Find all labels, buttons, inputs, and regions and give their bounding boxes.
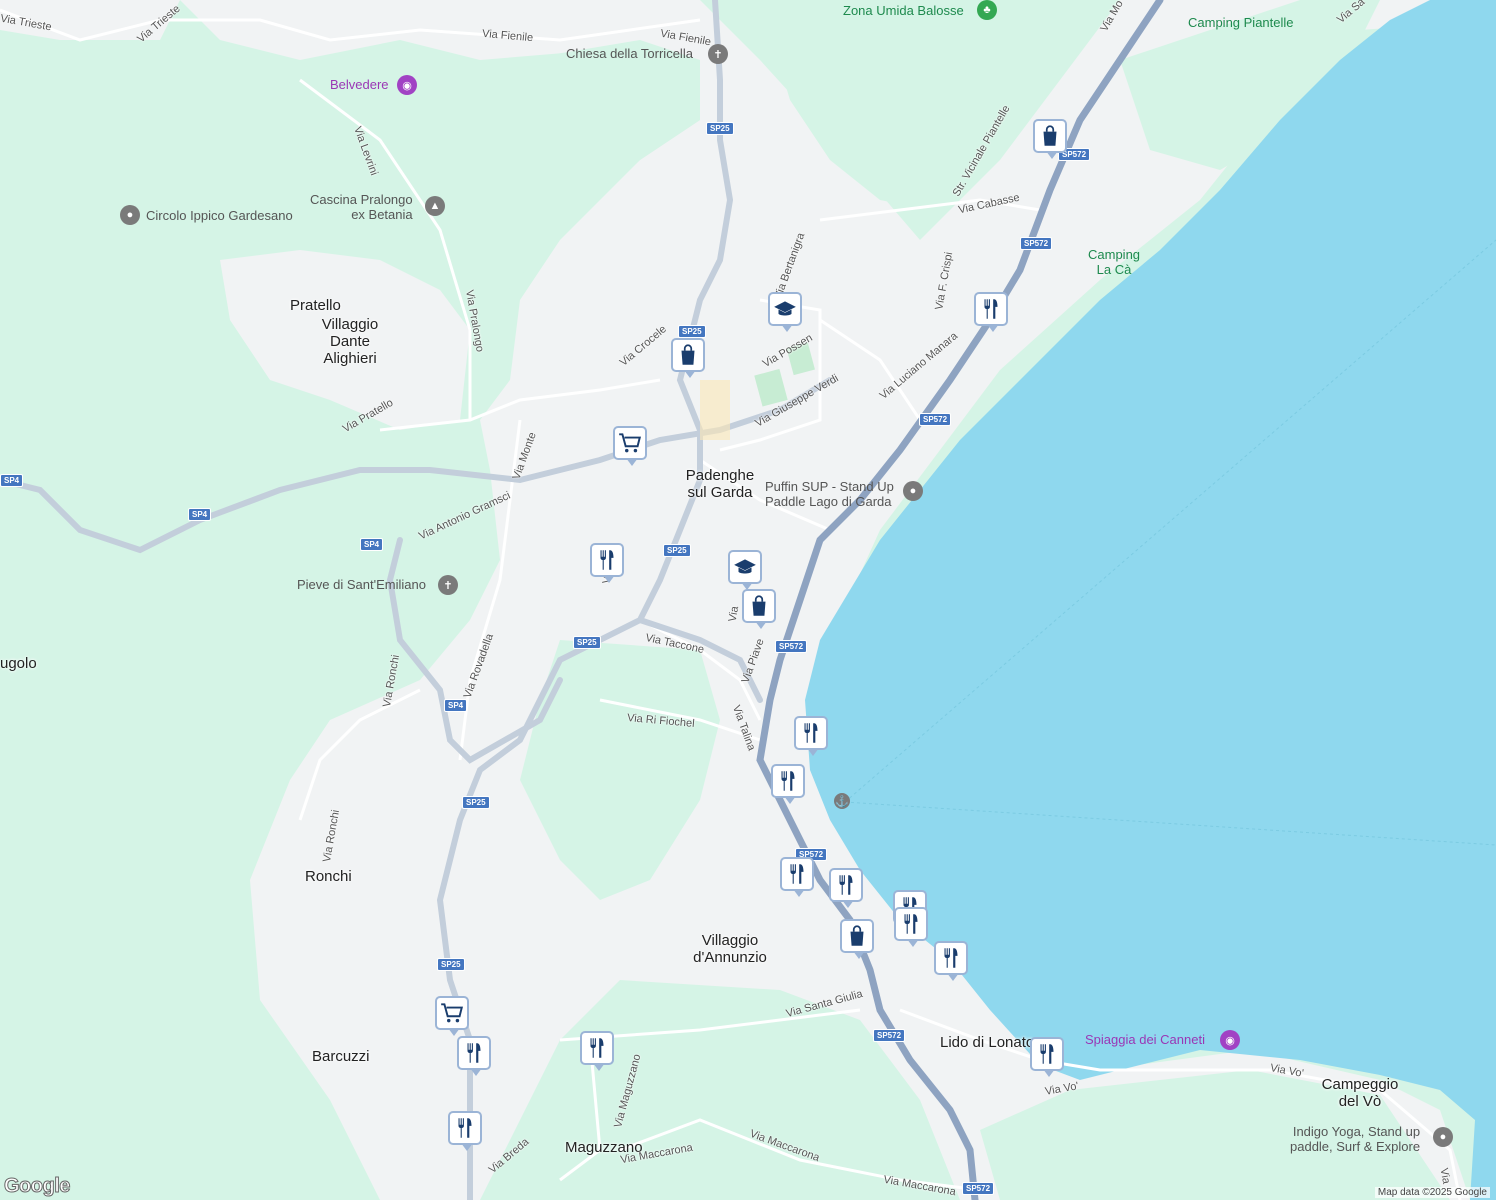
shopping-bag-marker[interactable] bbox=[742, 589, 776, 629]
road-shield: SP25 bbox=[437, 958, 465, 971]
poi-spiaggia-label[interactable]: Spiaggia dei Canneti bbox=[1085, 1032, 1205, 1047]
road-shield: SP4 bbox=[188, 508, 212, 521]
restaurant-icon bbox=[984, 299, 998, 319]
road-shield: SP25 bbox=[706, 122, 734, 135]
school-icon[interactable]: ▲ bbox=[425, 196, 445, 216]
church-icon[interactable]: ✝ bbox=[438, 575, 458, 595]
restaurant-marker[interactable] bbox=[457, 1036, 491, 1076]
shopping-cart-icon bbox=[441, 1003, 463, 1023]
poi-pieve-label[interactable]: Pieve di Sant'Emiliano bbox=[297, 577, 426, 592]
poi-cascina-label[interactable]: Cascina Pralongo ex Betania bbox=[310, 192, 413, 222]
place-ugolo: ugolo bbox=[0, 655, 37, 672]
road-shield: SP25 bbox=[678, 325, 706, 338]
road-shield: SP572 bbox=[962, 1182, 995, 1195]
place-padenghe: Padenghe sul Garda bbox=[685, 467, 755, 501]
poi-indigo-label[interactable]: Indigo Yoga, Stand up paddle, Surf & Exp… bbox=[1290, 1124, 1420, 1154]
google-logo: Google bbox=[4, 1175, 71, 1198]
place-lido-lonato: Lido di Lonato bbox=[940, 1034, 1035, 1051]
shopping-bag-marker[interactable] bbox=[671, 338, 705, 378]
ferry-icon[interactable]: ⚓ bbox=[834, 793, 850, 809]
restaurant-icon bbox=[904, 914, 918, 934]
place-ronchi: Ronchi bbox=[305, 868, 352, 885]
shopping-bag-marker[interactable] bbox=[840, 919, 874, 959]
restaurant-marker[interactable] bbox=[580, 1031, 614, 1071]
road-shield: SP572 bbox=[873, 1029, 906, 1042]
street-label: Via bbox=[1437, 1167, 1453, 1185]
poi-camping-piantelle-label[interactable]: Camping Piantelle bbox=[1188, 15, 1294, 30]
restaurant-marker[interactable] bbox=[934, 941, 968, 981]
pin-icon[interactable]: ● bbox=[120, 205, 140, 225]
place-villaggio-annunzio: Villaggio d'Annunzio bbox=[693, 932, 767, 966]
road-shield: SP572 bbox=[1020, 237, 1053, 250]
road-shield: SP25 bbox=[573, 636, 601, 649]
shopping-cart-marker[interactable] bbox=[613, 426, 647, 466]
poi-chiesa-label[interactable]: Chiesa della Torricella bbox=[566, 46, 693, 61]
place-campeggio-vo: Campeggio del Vò bbox=[1321, 1076, 1399, 1110]
poi-zona-umida-label[interactable]: Zona Umida Balosse bbox=[843, 3, 964, 18]
shopping-cart-marker[interactable] bbox=[435, 996, 469, 1036]
poi-belvedere-label[interactable]: Belvedere bbox=[330, 77, 389, 92]
restaurant-marker[interactable] bbox=[794, 716, 828, 756]
road-shield: SP4 bbox=[0, 474, 24, 487]
pin-icon[interactable]: ● bbox=[903, 481, 923, 501]
shopping-bag-icon bbox=[752, 595, 766, 616]
restaurant-marker[interactable] bbox=[829, 868, 863, 908]
place-barcuzzi: Barcuzzi bbox=[312, 1048, 370, 1065]
place-villaggio-dante: Villaggio Dante Alighieri bbox=[321, 316, 379, 367]
restaurant-icon bbox=[458, 1118, 472, 1138]
restaurant-marker[interactable] bbox=[771, 764, 805, 804]
restaurant-icon bbox=[790, 864, 804, 884]
shopping-bag-icon bbox=[850, 925, 864, 946]
restaurant-icon bbox=[944, 948, 958, 968]
restaurant-marker[interactable] bbox=[780, 857, 814, 897]
place-pratello: Pratello bbox=[290, 297, 341, 314]
school-marker[interactable] bbox=[768, 292, 802, 332]
road-shield: SP4 bbox=[444, 699, 468, 712]
restaurant-icon bbox=[467, 1043, 481, 1063]
poi-circolo-label[interactable]: Circolo Ippico Gardesano bbox=[146, 208, 293, 223]
shopping-bag-marker[interactable] bbox=[1033, 119, 1067, 159]
restaurant-marker[interactable] bbox=[894, 907, 928, 947]
poi-puffin-label[interactable]: Puffin SUP - Stand Up Paddle Lago di Gar… bbox=[765, 479, 894, 509]
camera-icon[interactable]: ◉ bbox=[397, 75, 417, 95]
church-icon[interactable]: ✝ bbox=[708, 44, 728, 64]
restaurant-icon bbox=[1040, 1044, 1054, 1064]
school-icon bbox=[734, 559, 756, 574]
camera-icon[interactable]: ◉ bbox=[1220, 1030, 1240, 1050]
restaurant-marker[interactable] bbox=[1030, 1037, 1064, 1077]
road-shield: SP4 bbox=[360, 538, 384, 551]
restaurant-marker[interactable] bbox=[590, 543, 624, 583]
restaurant-icon bbox=[839, 875, 853, 895]
school-marker[interactable] bbox=[728, 550, 762, 590]
poi-camping-la-ca-label[interactable]: Camping La Cà bbox=[1088, 247, 1140, 277]
road-shield: SP572 bbox=[775, 640, 808, 653]
road-shield: SP25 bbox=[462, 796, 490, 809]
restaurant-marker[interactable] bbox=[974, 292, 1008, 332]
restaurant-icon bbox=[590, 1038, 604, 1058]
school-icon bbox=[774, 301, 796, 316]
town-center bbox=[700, 380, 730, 440]
restaurant-marker[interactable] bbox=[448, 1111, 482, 1151]
restaurant-icon bbox=[804, 723, 818, 743]
tree-icon[interactable]: ♣ bbox=[977, 0, 997, 20]
pin-icon[interactable]: ● bbox=[1433, 1127, 1453, 1147]
restaurant-icon bbox=[600, 550, 614, 570]
road-shield: SP572 bbox=[919, 413, 952, 426]
shopping-cart-icon bbox=[619, 433, 641, 453]
restaurant-icon bbox=[781, 771, 795, 791]
map-credit: Map data ©2025 Google bbox=[1374, 1187, 1490, 1198]
shopping-bag-icon bbox=[1043, 125, 1057, 146]
road-shield: SP25 bbox=[663, 544, 691, 557]
shopping-bag-icon bbox=[681, 344, 695, 365]
